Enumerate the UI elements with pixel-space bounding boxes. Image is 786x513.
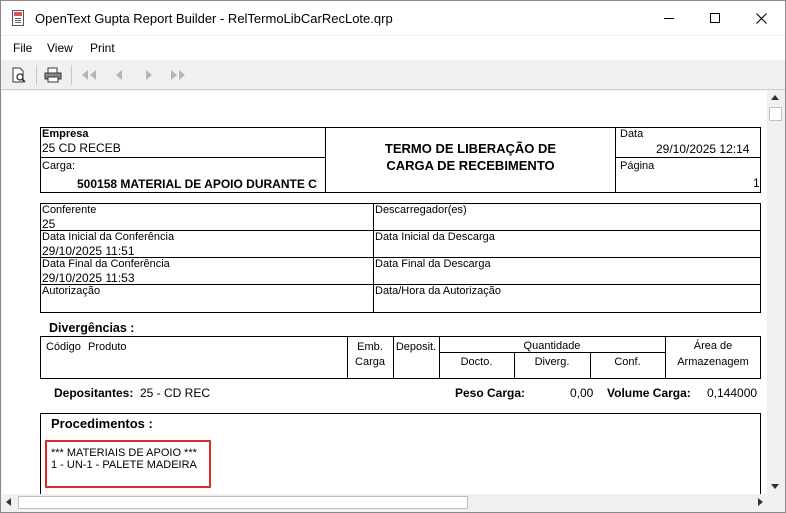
- next-page-button[interactable]: [140, 66, 158, 84]
- scroll-left-icon[interactable]: [6, 498, 11, 506]
- toolbar: [1, 60, 785, 90]
- data-final-conferencia-label: Data Final da Conferência: [42, 258, 170, 270]
- title-bar: OpenText Gupta Report Builder - RelTermo…: [1, 1, 785, 35]
- descarregador-label: Descarregador(es): [375, 204, 467, 216]
- peso-carga-value: 0,00: [570, 386, 594, 400]
- col-area: Área de: [693, 340, 733, 352]
- autorizacao-label: Autorização: [42, 285, 101, 297]
- data-inicial-conferencia-label: Data Inicial da Conferência: [42, 231, 175, 243]
- menu-file[interactable]: File: [13, 41, 32, 55]
- col-diverg: Diverg.: [534, 356, 570, 368]
- window-title: OpenText Gupta Report Builder - RelTermo…: [35, 11, 393, 26]
- report-builder-window: OpenText Gupta Report Builder - RelTermo…: [0, 0, 786, 513]
- procedimento-line-1: *** MATERIAIS DE APOIO ***: [51, 447, 197, 459]
- col-carga: Carga: [355, 356, 385, 368]
- volume-carga-value: 0,144000: [707, 386, 758, 400]
- col-armazenagem: Armazenagem: [677, 356, 749, 368]
- close-icon: [755, 12, 767, 24]
- pagina-label: Página: [620, 160, 655, 172]
- empresa-label: Empresa: [42, 128, 89, 140]
- col-docto: Docto.: [460, 356, 493, 368]
- procedimentos-title: Procedimentos :: [51, 416, 153, 431]
- volume-carga-label: Volume Carga:: [607, 386, 691, 400]
- col-produto: Produto: [88, 341, 127, 353]
- close-button[interactable]: [738, 1, 784, 35]
- maximize-icon: [710, 13, 720, 23]
- data-final-conferencia-value: 29/10/2025 11:53: [42, 271, 135, 285]
- data-inicial-descarga-label: Data Inicial da Descarga: [375, 231, 495, 243]
- scroll-up-icon[interactable]: [771, 95, 779, 100]
- first-page-icon: [82, 70, 96, 80]
- col-emb: Emb.: [357, 341, 383, 353]
- report-title-line2: CARGA DE RECEBIMENTO: [386, 158, 555, 173]
- report-title-line1: TERMO DE LIBERAÇÃO DE: [384, 141, 557, 156]
- minimize-icon: [664, 17, 674, 19]
- scroll-down-icon[interactable]: [771, 484, 779, 489]
- horizontal-scroll-thumb[interactable]: [18, 496, 468, 509]
- app-document-icon: [12, 10, 24, 26]
- pagina-value: 1: [753, 176, 760, 190]
- scroll-right-icon[interactable]: [758, 498, 763, 506]
- conferente-value: 25: [42, 217, 56, 231]
- col-quantidade: Quantidade: [523, 340, 581, 352]
- conferente-label: Conferente: [42, 204, 97, 216]
- menu-print[interactable]: Print: [90, 41, 115, 55]
- data-label: Data: [620, 128, 644, 140]
- vertical-scroll-thumb[interactable]: [769, 107, 782, 121]
- col-conf: Conf.: [614, 356, 641, 368]
- menu-bar: File View Print: [1, 36, 785, 60]
- vertical-scrollbar[interactable]: [767, 91, 784, 494]
- horizontal-scrollbar[interactable]: [2, 494, 767, 511]
- previous-page-icon: [116, 70, 122, 80]
- peso-carga-label: Peso Carga:: [455, 386, 526, 400]
- last-page-icon: [171, 70, 185, 80]
- report-preview-area[interactable]: Empresa 25 CD RECEB Carga: 500158 MATERI…: [2, 91, 767, 494]
- first-page-button[interactable]: [80, 66, 98, 84]
- preview-icon: [12, 67, 26, 83]
- empresa-value: 25 CD RECEB: [42, 141, 121, 155]
- divergencias-title: Divergências :: [49, 321, 135, 335]
- previous-page-button[interactable]: [110, 66, 128, 84]
- menu-view[interactable]: View: [47, 41, 73, 55]
- depositantes-value: 25 - CD REC: [140, 386, 211, 400]
- print-icon: [44, 67, 62, 83]
- data-hora-autorizacao-label: Data/Hora da Autorização: [375, 285, 501, 297]
- carga-value: 500158 MATERIAL DE APOIO DURANTE C: [77, 177, 317, 191]
- data-value: 29/10/2025 12:14: [656, 142, 750, 156]
- next-page-icon: [146, 70, 152, 80]
- scrollbar-corner: [767, 494, 784, 511]
- col-deposit: Deposit.: [395, 341, 437, 353]
- last-page-button[interactable]: [169, 66, 187, 84]
- data-final-descarga-label: Data Final da Descarga: [375, 258, 491, 270]
- data-inicial-conferencia-value: 29/10/2025 11:51: [42, 244, 135, 258]
- procedimento-line-2: 1 - UN-1 - PALETE MADEIRA: [51, 459, 197, 471]
- carga-label: Carga:: [42, 160, 76, 172]
- minimize-button[interactable]: [646, 1, 692, 35]
- col-codigo: Código: [46, 341, 81, 353]
- print-button[interactable]: [44, 66, 62, 84]
- preview-button[interactable]: [10, 66, 28, 84]
- maximize-button[interactable]: [692, 1, 738, 35]
- depositantes-label: Depositantes:: [54, 386, 134, 400]
